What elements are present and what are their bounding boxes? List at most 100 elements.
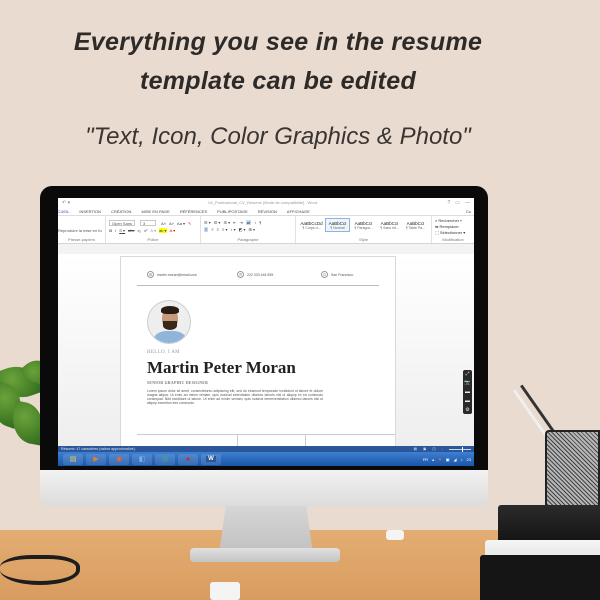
camera-icon[interactable]: 📷 — [464, 380, 470, 386]
tab-creation[interactable]: CRÉATION — [106, 209, 136, 214]
ribbon-display-button[interactable]: ▭ — [455, 200, 460, 206]
ribbon-tabs: ACCUEIL INSERTION CRÉATION MISE EN PAGE … — [58, 207, 474, 216]
email-icon: ✉ — [147, 271, 154, 278]
tab-mise-en-page[interactable]: MISE EN PAGE — [136, 209, 174, 214]
taskbar-media-player[interactable]: ▶ — [86, 453, 106, 465]
align-center-button[interactable]: ≡ — [211, 227, 213, 232]
word-titlebar: ↶ ▾ 04_Professional_CV_Resume [Mode de c… — [58, 198, 474, 207]
font-color-button[interactable]: A ▾ — [170, 228, 176, 233]
battery-icon[interactable]: ▣ — [446, 457, 450, 462]
expand-icon[interactable]: ⤢ — [465, 371, 469, 377]
zoom-out-button[interactable]: - — [442, 447, 443, 451]
multilevel-list-button[interactable]: ☰ ▾ — [223, 220, 230, 225]
line-spacing-button[interactable]: ↕ ▾ — [230, 227, 235, 232]
paragraph-group-label: Paragraphe — [237, 237, 259, 242]
select-label: Sélectionner ▾ — [439, 230, 466, 235]
underline-button[interactable]: S ▾ — [119, 228, 125, 233]
justify-button[interactable]: ≡ ▾ — [222, 227, 227, 232]
text-effects-button[interactable]: A ▾ — [150, 228, 156, 233]
font-size-select[interactable]: 3 — [140, 220, 156, 226]
borders-button[interactable]: ⊞ ▾ — [249, 227, 255, 232]
style-paragraphe[interactable]: AaBbCcI ¶ Paragra... — [351, 218, 376, 232]
tab-insertion[interactable]: INSERTION — [74, 209, 106, 214]
tab-publipostage[interactable]: PUBLIPOSTAGE — [212, 209, 253, 214]
ribbon: Reproduire la mise en forme Presse-papie… — [58, 216, 474, 244]
taskbar-chrome[interactable]: ◎ — [155, 453, 175, 465]
contact-email: ✉ martin.moran@email.com — [147, 271, 197, 278]
bold-button[interactable]: G — [109, 228, 112, 233]
zoom-slider[interactable] — [449, 446, 471, 452]
shading-button[interactable]: ◩ ▾ — [239, 227, 246, 232]
editing-group: ⌕ Rechercher ▾ ⇆ Remplacer ⬚ Sélectionne… — [432, 216, 474, 243]
tab-affichage[interactable]: AFFICHAGE — [282, 209, 315, 214]
superscript-button[interactable]: x² — [144, 228, 147, 233]
style-name: ¶ Table Pa... — [405, 225, 426, 230]
camera-app-icon: ◧ — [138, 456, 146, 463]
show-marks-button[interactable]: ¶ — [259, 220, 261, 225]
tab-revision[interactable]: RÉVISION — [253, 209, 282, 214]
language-indicator[interactable]: FR — [423, 457, 428, 462]
highlight-button[interactable]: ab ▾ — [158, 228, 167, 233]
bullets-button[interactable]: ☰ ▾ — [204, 220, 211, 225]
font-name-select[interactable]: Open Sans — [109, 220, 135, 226]
taskbar-firefox[interactable]: ◉ — [109, 453, 129, 465]
change-case-button[interactable]: Aa ▾ — [177, 221, 185, 226]
font-group-label: Police — [147, 237, 159, 242]
document-page[interactable]: ✉ martin.moran@email.com ✆ 222 333 444 5… — [120, 256, 396, 456]
account-button[interactable]: Co — [466, 209, 474, 214]
subscript-button[interactable]: x₂ — [138, 228, 142, 233]
shrink-font-button[interactable]: A˅ — [169, 221, 174, 226]
network-icon[interactable]: ◢ — [453, 457, 456, 462]
tab-references[interactable]: RÉFÉRENCES — [175, 209, 212, 214]
read-mode-icon[interactable]: ▤ — [414, 447, 417, 451]
location-text: San Francisco — [331, 272, 354, 277]
styles-group: AaBbCcDd ¶ Corps d... AaBbCcI ¶ Normal A… — [296, 216, 432, 243]
style-sans-interligne[interactable]: AaBbCcI ¶ Sans int... — [377, 218, 402, 232]
taskbar-camera-app[interactable]: ◧ — [132, 453, 152, 465]
help-button[interactable]: ? — [447, 200, 450, 206]
monitor-chin — [40, 470, 488, 506]
clock[interactable]: 23 — [467, 457, 471, 462]
taskbar-file-explorer[interactable]: ▤ — [63, 453, 83, 465]
taskbar-record[interactable]: ● — [178, 453, 198, 465]
minimize-button[interactable]: — — [465, 200, 470, 206]
action-center-icon[interactable]: ⚑ — [438, 457, 442, 462]
print-layout-icon[interactable]: ▣ — [423, 447, 426, 451]
replace-label: Remplacer — [439, 224, 459, 229]
grow-font-button[interactable]: A˄ — [161, 221, 166, 226]
volume-icon[interactable]: ♪ — [461, 457, 463, 462]
align-right-button[interactable]: ≡ — [217, 227, 219, 232]
numbering-button[interactable]: ☰ ▾ — [214, 220, 221, 225]
video-icon[interactable]: ▬ — [465, 389, 470, 395]
style-normal[interactable]: AaBbCcI ¶ Normal — [325, 218, 350, 232]
style-table-paragraph[interactable]: AaBbCcI ¶ Table Pa... — [403, 218, 428, 232]
align-left-button[interactable]: ≡ — [204, 227, 209, 232]
resume-bio: Lorem ipsum dolor sit amet, consecteture… — [147, 389, 323, 405]
select-button[interactable]: ⬚ Sélectionner ▾ — [435, 230, 471, 236]
italic-button[interactable]: I — [115, 228, 116, 233]
monitor-stand-base — [190, 548, 340, 562]
location-pin-icon: ⊙ — [321, 271, 328, 278]
window-icon[interactable]: ▬ — [465, 398, 470, 404]
view-controls: ▤ ▣ ◫ - — [414, 446, 471, 452]
headline-line2: template can be edited — [139, 67, 417, 95]
style-name: ¶ Sans int... — [380, 225, 399, 230]
taskbar-word[interactable]: W — [201, 453, 221, 465]
gear-icon[interactable]: ⚙ — [465, 407, 469, 413]
sort-button[interactable]: ↕ — [254, 220, 256, 225]
format-painter-button[interactable]: Reproduire la mise en forme — [58, 228, 102, 233]
table-border — [137, 434, 395, 435]
increase-indent-button[interactable]: ⇥ — [240, 220, 243, 225]
status-text: Résumé: 47 caractères (valeur approximat… — [61, 447, 136, 451]
web-layout-icon[interactable]: ◫ — [432, 447, 435, 451]
style-corps[interactable]: AaBbCcDd ¶ Corps d... — [299, 218, 324, 232]
style-name: ¶ Paragra... — [354, 225, 373, 230]
decrease-indent-button[interactable]: ⇤ — [233, 220, 236, 225]
tray-expand-icon[interactable]: ▴ — [432, 457, 434, 462]
zoom-slider-knob[interactable] — [462, 446, 464, 452]
quick-access-toolbar[interactable]: ↶ ▾ — [62, 200, 78, 206]
strikethrough-button[interactable]: abc — [128, 228, 134, 233]
tab-accueil[interactable]: ACCUEIL — [58, 209, 74, 214]
clear-formatting-icon[interactable]: ✎ — [188, 221, 191, 226]
text-direction-button[interactable]: ⇄ — [245, 220, 252, 225]
